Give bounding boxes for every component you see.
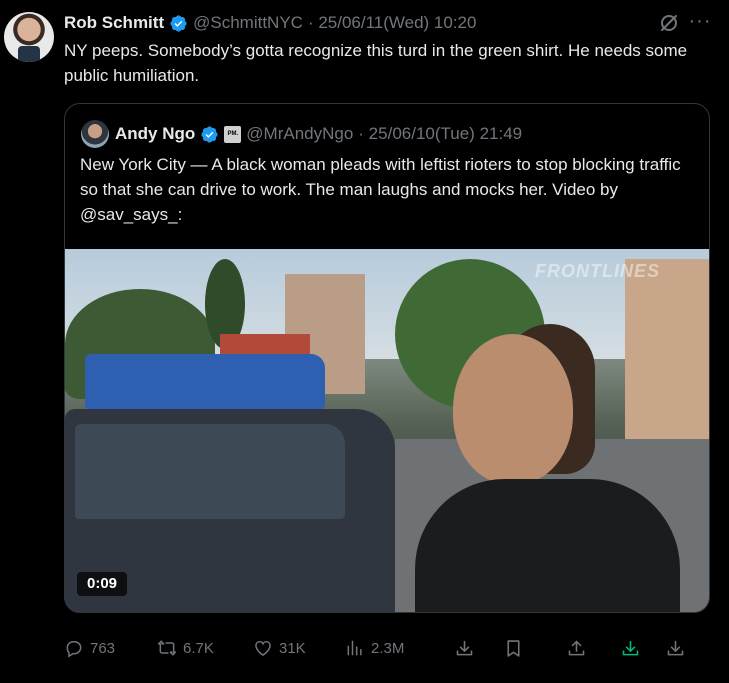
download-icon (667, 640, 683, 655)
download-icon (622, 640, 638, 655)
video-watermark: FRONTLINES (535, 261, 660, 281)
heart-icon (255, 640, 271, 656)
bookmark-icon (506, 639, 520, 657)
download-all-button[interactable] (663, 636, 687, 660)
affiliate-badge-icon: PM. (224, 125, 242, 143)
video-player[interactable]: FRONTLINES 0:09 (65, 249, 709, 612)
repost-icon (157, 640, 177, 656)
download-video-button[interactable] (618, 636, 642, 660)
download-button[interactable] (452, 636, 476, 660)
quoted-tweet-header: Andy Ngo PM. @MrAndyNgo · 25/06/10(Tue) … (115, 122, 522, 146)
tweet-header: Rob Schmitt @SchmittNYC · 25/06/11(Wed) … (64, 12, 476, 34)
quoted-author-avatar[interactable] (81, 120, 109, 148)
video-person-shirt (415, 479, 680, 612)
author-handle[interactable]: @SchmittNYC (193, 13, 303, 33)
bookmark-button[interactable] (501, 636, 525, 660)
more-options-icon[interactable]: ··· (688, 11, 712, 35)
repost-button[interactable]: 6.7K (157, 636, 214, 660)
quoted-tweet-text: New York City — A black woman pleads wit… (80, 155, 681, 224)
share-icon (568, 640, 584, 655)
repost-count: 6.7K (183, 639, 214, 657)
video-person-face (453, 334, 573, 484)
verified-badge-icon (170, 14, 187, 32)
tweet[interactable]: Rob Schmitt @SchmittNYC · 25/06/11(Wed) … (0, 0, 729, 683)
quoted-tweet[interactable]: Andy Ngo PM. @MrAndyNgo · 25/06/10(Tue) … (64, 103, 710, 613)
view-count: 2.3M (371, 639, 405, 657)
verified-badge-icon (201, 125, 218, 143)
video-duration-badge: 0:09 (77, 572, 128, 596)
views-chart-icon (347, 640, 362, 656)
views-button[interactable]: 2.3M (345, 636, 404, 660)
download-icon (456, 640, 472, 655)
video-bus (85, 354, 325, 409)
quoted-author-name[interactable]: Andy Ngo (115, 124, 195, 144)
video-car-window (75, 424, 345, 519)
share-button[interactable] (564, 636, 588, 660)
quoted-tweet-timestamp[interactable]: · 25/06/10(Tue) 21:49 (358, 124, 522, 144)
reply-icon (66, 641, 82, 658)
author-avatar[interactable] (4, 12, 54, 62)
author-name[interactable]: Rob Schmitt (64, 13, 164, 33)
like-count: 31K (279, 639, 306, 657)
tweet-text: NY peeps. Somebody’s gotta recognize thi… (64, 41, 688, 85)
quoted-author-handle[interactable]: @MrAndyNgo (246, 124, 353, 144)
video-building (625, 259, 709, 459)
tweet-timestamp[interactable]: · 25/06/11(Wed) 10:20 (308, 13, 477, 33)
action-bar: 763 6.7K 31K 2.3M (0, 636, 729, 660)
reply-button[interactable]: 763 (64, 636, 115, 660)
grok-icon[interactable] (657, 11, 681, 35)
reply-count: 763 (90, 639, 116, 657)
like-button[interactable]: 31K (253, 636, 306, 660)
